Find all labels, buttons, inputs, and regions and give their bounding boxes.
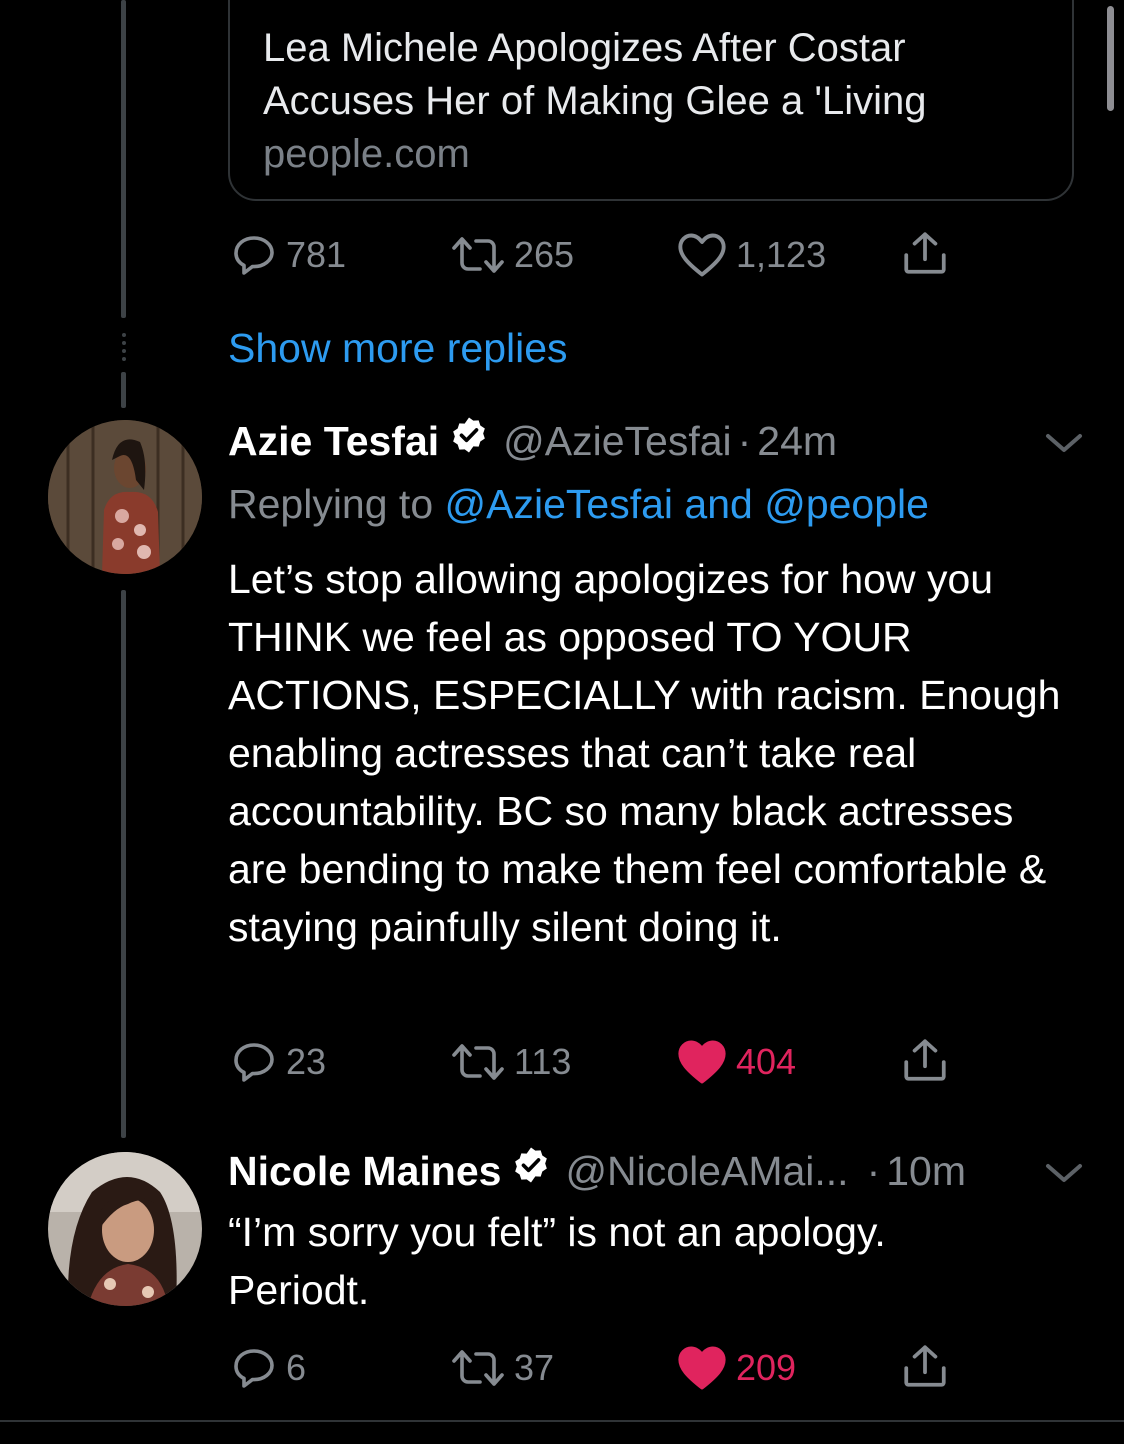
retweet-icon bbox=[452, 237, 504, 273]
reply-icon bbox=[234, 236, 274, 275]
verified-badge-icon bbox=[511, 1145, 551, 1197]
tweet-header-nicole: Nicole Maines @NicoleAMai... · 10m bbox=[228, 1145, 966, 1197]
like-count: 1,123 bbox=[736, 234, 827, 275]
share-icon bbox=[904, 1345, 946, 1387]
retweet-icon bbox=[452, 1044, 504, 1080]
separator-dot: · bbox=[737, 418, 752, 464]
reply-count: 781 bbox=[286, 234, 347, 275]
chevron-down-icon[interactable] bbox=[1042, 428, 1086, 463]
replying-mentions[interactable]: @AzieTesfai and @people bbox=[445, 481, 929, 527]
reply-count: 23 bbox=[286, 1041, 327, 1082]
separator-dot: · bbox=[866, 1148, 881, 1194]
chevron-down-icon[interactable] bbox=[1042, 1158, 1086, 1193]
tweet-header-azie: Azie Tesfai @AzieTesfai · 24m bbox=[228, 415, 837, 467]
heart-icon bbox=[678, 1040, 726, 1084]
replying-to: Replying to @AzieTesfai and @people bbox=[228, 478, 929, 530]
timestamp[interactable]: 10m bbox=[886, 1145, 966, 1197]
show-more-replies-link[interactable]: Show more replies bbox=[228, 322, 568, 374]
retweet-button[interactable]: 37 bbox=[450, 1344, 554, 1392]
reply-count: 6 bbox=[286, 1347, 307, 1388]
tweet-divider bbox=[0, 1420, 1124, 1422]
display-name[interactable]: Azie Tesfai bbox=[228, 415, 439, 467]
like-count: 404 bbox=[736, 1041, 797, 1082]
reply-icon bbox=[234, 1349, 274, 1388]
scrollbar[interactable] bbox=[1107, 6, 1114, 111]
verified-badge-icon bbox=[449, 415, 489, 467]
heart-icon bbox=[678, 233, 726, 277]
avatar-nicole-maines[interactable] bbox=[48, 1152, 202, 1306]
display-name[interactable]: Nicole Maines bbox=[228, 1145, 501, 1197]
thread-line-mid bbox=[121, 372, 126, 408]
username-handle[interactable]: @NicoleAMai... bbox=[565, 1145, 848, 1197]
timestamp[interactable]: 24m bbox=[757, 415, 837, 467]
like-button[interactable]: 404 bbox=[676, 1038, 796, 1086]
retweet-button[interactable]: 265 bbox=[450, 231, 574, 279]
retweet-icon bbox=[452, 1350, 504, 1386]
tweet-text: Let’s stop allowing apologizes for how y… bbox=[228, 556, 1061, 950]
reply-icon bbox=[234, 1043, 274, 1082]
thread-line-azie bbox=[121, 590, 126, 1138]
avatar-azie-tesfai[interactable] bbox=[48, 420, 202, 574]
link-card-title: Lea Michele Apologizes After Costar Accu… bbox=[263, 26, 927, 123]
share-icon bbox=[904, 232, 946, 274]
retweet-count: 265 bbox=[514, 234, 575, 275]
heart-icon bbox=[678, 1346, 726, 1390]
share-button[interactable] bbox=[900, 228, 950, 278]
reply-button[interactable]: 6 bbox=[230, 1344, 306, 1392]
thread-gap-dots bbox=[120, 333, 127, 369]
tweet-text: “I’m sorry you felt” is not an apology. … bbox=[228, 1209, 886, 1313]
link-card-domain: people.com bbox=[263, 132, 470, 176]
retweet-count: 113 bbox=[514, 1041, 572, 1082]
retweet-count: 37 bbox=[514, 1347, 555, 1388]
replying-label: Replying to bbox=[228, 481, 434, 527]
reply-button[interactable]: 781 bbox=[230, 231, 346, 279]
like-count: 209 bbox=[736, 1347, 797, 1388]
like-button[interactable]: 1,123 bbox=[676, 231, 826, 279]
like-button[interactable]: 209 bbox=[676, 1344, 796, 1392]
share-button[interactable] bbox=[900, 1035, 950, 1085]
thread-line-top bbox=[121, 0, 126, 318]
retweet-button[interactable]: 113 bbox=[450, 1038, 571, 1086]
reply-button[interactable]: 23 bbox=[230, 1038, 326, 1086]
share-icon bbox=[904, 1039, 946, 1081]
username-handle[interactable]: @AzieTesfai bbox=[503, 415, 731, 467]
share-button[interactable] bbox=[900, 1341, 950, 1391]
